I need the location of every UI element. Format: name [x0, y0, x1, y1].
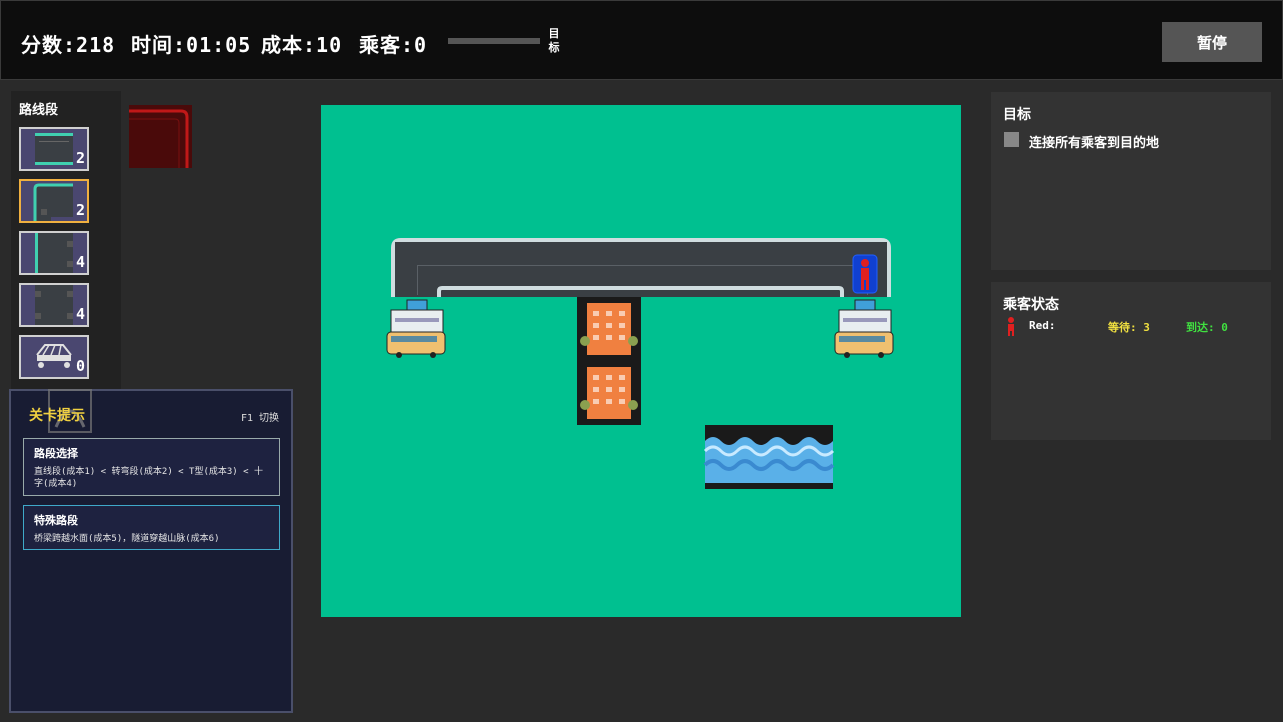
passenger-status-panel: 乘客状态 Red: 等待: 3 到达: 0 [991, 282, 1271, 440]
goal-checkbox [1004, 132, 1019, 147]
tile-placement-preview [129, 105, 192, 168]
passenger-status-row: Red: 等待: 3 到达: 0 [1003, 316, 1263, 336]
status-panel-title: 乘客状态 [1003, 297, 1059, 313]
palette-slot-cross[interactable]: 4 [19, 283, 89, 327]
palette-title: 路线段 [19, 103, 59, 118]
hint-card-road-selection: 路段选择 直线段(成本1) < 转弯段(成本2) < T型(成本3) < 十字(… [23, 438, 280, 496]
top-hud-bar: 分数:218 时间:01:05 成本:10 乘客:0 目标 暂停 [0, 0, 1283, 80]
goal-objective-text: 连接所有乘客到目的地 [1029, 136, 1160, 151]
building-obstacle [577, 297, 641, 425]
palette-count-bridge: 0 [75, 357, 85, 375]
road-palette: 路线段 2 2 4 4 0 [11, 91, 121, 391]
cost-value: 10 [316, 33, 343, 57]
hint-title: 关卡提示 [29, 408, 85, 424]
palette-count-cross: 4 [75, 305, 85, 323]
palette-slot-curve[interactable]: 2 [19, 179, 89, 223]
palette-count-t-junction: 4 [75, 253, 85, 271]
palette-slot-t-junction[interactable]: 4 [19, 231, 89, 275]
hint-toggle-shortcut[interactable]: F1 切换 [241, 409, 279, 424]
time-display: 时间:01:05 [131, 29, 251, 58]
score-display: 分数:218 [21, 29, 115, 58]
passenger-waiting-count: 等待: 3 [1108, 321, 1150, 334]
passenger-name: Red: [1029, 319, 1056, 332]
cost-label: 成本: [261, 33, 317, 57]
time-label: 时间: [131, 33, 187, 57]
goal-panel: 目标 连接所有乘客到目的地 [991, 92, 1271, 270]
passenger-label: 乘客: [359, 33, 415, 57]
pause-button[interactable]: 暂停 [1162, 22, 1262, 62]
hint-card-body: 桥梁跨越水面(成本5)，隧道穿越山脉(成本6) [34, 534, 220, 544]
hint-card-special-roads: 特殊路段 桥梁跨越水面(成本5)，隧道穿越山脉(成本6) [23, 505, 280, 550]
palette-count-straight: 2 [75, 149, 85, 167]
level-hint-panel: 关卡提示 F1 切换 路段选择 直线段(成本1) < 转弯段(成本2) < T型… [9, 389, 293, 713]
water-obstacle [703, 425, 835, 489]
bus-station-left [386, 299, 446, 358]
cost-display: 成本:10 [261, 29, 342, 58]
score-label: 分数: [21, 33, 77, 57]
game-root: 分数:218 时间:01:05 成本:10 乘客:0 目标 暂停 路线段 2 2… [0, 0, 1283, 722]
palette-slot-straight[interactable]: 2 [19, 127, 89, 171]
hint-card-title: 路段选择 [34, 447, 78, 460]
palette-slot-bridge[interactable]: 0 [19, 335, 89, 379]
passenger-icon [852, 254, 878, 294]
time-value: 01:05 [186, 33, 252, 57]
game-board[interactable] [321, 105, 961, 617]
bus-station-right [834, 299, 894, 358]
hint-card-title: 特殊路段 [34, 514, 78, 527]
palette-count-curve: 2 [75, 201, 85, 219]
passenger-arrived-count: 到达: 0 [1186, 321, 1228, 334]
passenger-display: 乘客:0 [359, 29, 427, 58]
goal-panel-title: 目标 [1003, 107, 1031, 123]
hint-card-body: 直线段(成本1) < 转弯段(成本2) < T型(成本3) < 十字(成本4) [34, 467, 263, 489]
goal-mini-label: 目标 [548, 27, 560, 54]
board-canvas [386, 238, 894, 489]
score-value: 218 [76, 33, 116, 57]
goal-progress-bar [448, 38, 540, 44]
person-icon [1008, 317, 1014, 336]
placed-road [391, 238, 891, 297]
passenger-value: 0 [414, 33, 428, 57]
